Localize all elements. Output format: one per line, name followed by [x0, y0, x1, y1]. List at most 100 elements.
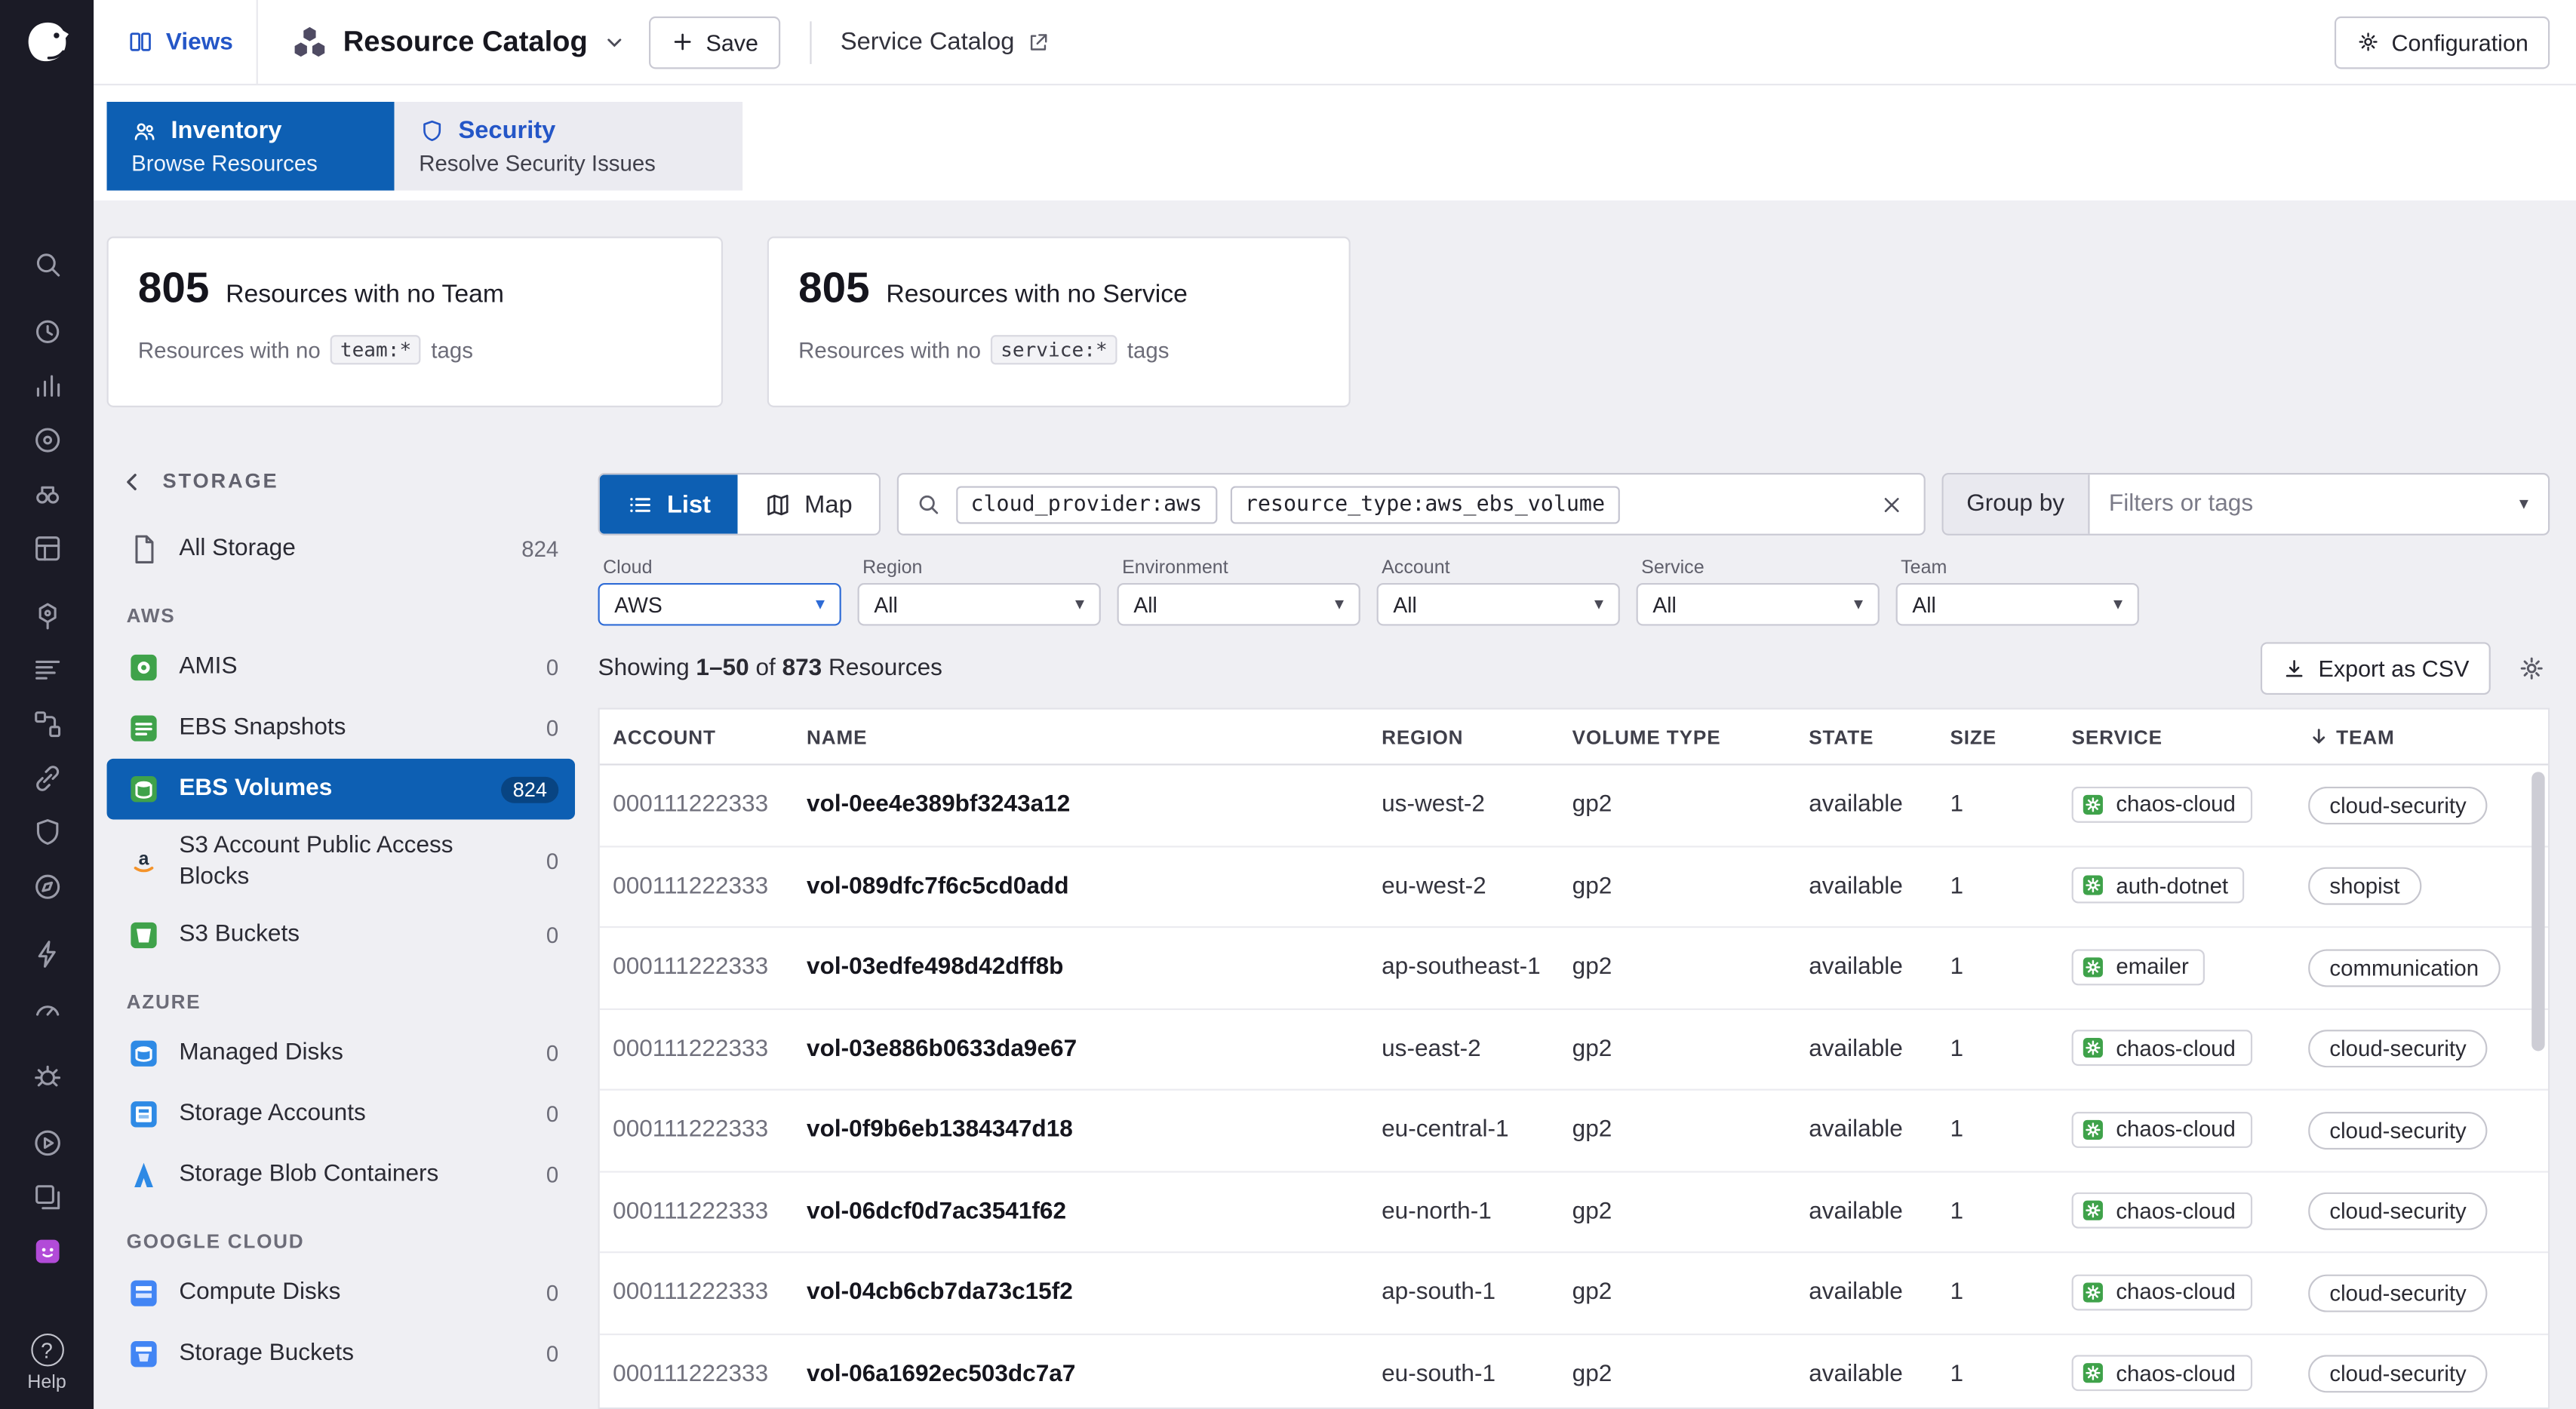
- catalog-title-menu[interactable]: Resource Catalog: [290, 23, 626, 60]
- clear-search-button[interactable]: [1876, 489, 1907, 520]
- table-settings-button[interactable]: [2513, 650, 2550, 686]
- configuration-button[interactable]: Configuration: [2334, 16, 2550, 69]
- service-name: chaos-cloud: [2116, 1036, 2236, 1061]
- size-cell: 1: [1950, 1117, 2071, 1143]
- error-tracking-icon[interactable]: [24, 1054, 70, 1095]
- security-icon[interactable]: [24, 812, 70, 852]
- storage-nav-item[interactable]: EBS Snapshots0: [107, 698, 576, 759]
- column-header-name[interactable]: NAME: [807, 725, 1382, 747]
- table-row[interactable]: 000111222333vol-06dcf0d7ac3541f62eu-nort…: [600, 1172, 2548, 1254]
- storage-nav-item[interactable]: AMIS0: [107, 637, 576, 698]
- no-service-card[interactable]: 805 Resources with no Service Resources …: [767, 237, 1351, 407]
- team-tag[interactable]: communication: [2308, 949, 2500, 987]
- service-catalog-link[interactable]: Service Catalog: [841, 28, 1050, 56]
- monitors-icon[interactable]: [24, 987, 70, 1028]
- team-tag[interactable]: cloud-security: [2308, 1111, 2488, 1149]
- service-tag[interactable]: emailer: [2072, 949, 2206, 985]
- tab-security[interactable]: Security Resolve Security Issues: [395, 102, 743, 191]
- search-input[interactable]: cloud_provider:aws resource_type:aws_ebs_…: [896, 473, 1925, 536]
- watchdog-icon[interactable]: [24, 419, 70, 459]
- team-cell: cloud-security: [2308, 786, 2548, 824]
- service-tag[interactable]: chaos-cloud: [2072, 786, 2252, 822]
- table-row[interactable]: 000111222333vol-04cb6cb7da73c15f2ap-sout…: [600, 1253, 2548, 1334]
- service-tag[interactable]: chaos-cloud: [2072, 1355, 2252, 1392]
- service-tag[interactable]: chaos-cloud: [2072, 1274, 2252, 1310]
- column-header-region[interactable]: REGION: [1382, 725, 1572, 747]
- group-by-label[interactable]: Group by: [1944, 474, 2089, 533]
- help-button[interactable]: ? Help: [27, 1334, 66, 1392]
- chevron-down-icon: ▾: [1335, 595, 1344, 613]
- service-catalog-icon[interactable]: [24, 594, 70, 635]
- software-catalog-icon[interactable]: [24, 1176, 70, 1217]
- synthetics-icon[interactable]: [24, 865, 70, 906]
- tab-inventory[interactable]: Inventory Browse Resources: [107, 102, 395, 191]
- column-header-service[interactable]: SERVICE: [2072, 725, 2309, 747]
- account-cell: 000111222333: [613, 1036, 807, 1062]
- table-row[interactable]: 000111222333vol-0ee4e389bf3243a12us-west…: [600, 766, 2548, 847]
- integrations-icon[interactable]: [24, 757, 70, 798]
- search-icon[interactable]: [24, 243, 70, 284]
- column-header-team[interactable]: TEAM: [2308, 725, 2548, 747]
- team-tag[interactable]: cloud-security: [2308, 786, 2488, 824]
- column-header-state[interactable]: STATE: [1809, 725, 1950, 747]
- workflows-icon[interactable]: [24, 703, 70, 744]
- export-csv-button[interactable]: Export as CSV: [2261, 642, 2490, 695]
- account-cell: 000111222333: [613, 1117, 807, 1143]
- back-button[interactable]: [113, 463, 149, 499]
- service-tag[interactable]: chaos-cloud: [2072, 1111, 2252, 1147]
- search-token[interactable]: cloud_provider:aws: [956, 485, 1217, 523]
- service-tag[interactable]: auth-dotnet: [2072, 867, 2245, 904]
- metrics-icon[interactable]: [24, 364, 70, 405]
- table-row[interactable]: 000111222333vol-03edfe498d42dff8bap-sout…: [600, 928, 2548, 1009]
- table-row[interactable]: 000111222333vol-03e886b0633da9e67us-east…: [600, 1009, 2548, 1091]
- containers-icon[interactable]: [24, 527, 70, 568]
- filter-select[interactable]: All▾: [1377, 583, 1620, 626]
- filter-select[interactable]: All▾: [1637, 583, 1880, 626]
- storage-nav-item-all[interactable]: All Storage 824: [107, 519, 576, 580]
- service-tag[interactable]: chaos-cloud: [2072, 1193, 2252, 1229]
- history-icon[interactable]: [24, 311, 70, 351]
- binoculars-icon[interactable]: [24, 473, 70, 514]
- filter-select[interactable]: All▾: [1117, 583, 1360, 626]
- column-header-volume_type[interactable]: VOLUME TYPE: [1572, 725, 1809, 747]
- team-tag[interactable]: shopist: [2308, 867, 2421, 905]
- filter-select[interactable]: AWS▾: [598, 583, 841, 626]
- storage-nav-item[interactable]: aS3 Account Public Access Blocks0: [107, 819, 576, 904]
- storage-nav-item[interactable]: Storage Blob Containers0: [107, 1144, 576, 1205]
- apm-icon[interactable]: [24, 649, 70, 689]
- volume-type-cell: gp2: [1572, 792, 1809, 818]
- team-tag[interactable]: cloud-security: [2308, 1193, 2488, 1230]
- storage-nav-item[interactable]: Managed Disks0: [107, 1023, 576, 1084]
- team-tag[interactable]: cloud-security: [2308, 1030, 2488, 1068]
- table-row[interactable]: 000111222333vol-0f9b6eb1384347d18eu-cent…: [600, 1091, 2548, 1172]
- group-by-select[interactable]: Filters or tags ▾: [2089, 474, 2548, 533]
- service-tag[interactable]: chaos-cloud: [2072, 1030, 2252, 1067]
- storage-nav-item[interactable]: Compute Disks0: [107, 1263, 576, 1324]
- storage-nav-item[interactable]: Storage Accounts0: [107, 1083, 576, 1144]
- map-view-button[interactable]: Map: [737, 474, 879, 533]
- rum-icon[interactable]: [24, 933, 70, 974]
- storage-nav-item[interactable]: EBS Volumes824: [107, 759, 576, 820]
- group-by-placeholder: Filters or tags: [2109, 491, 2253, 517]
- scrollbar-thumb[interactable]: [2531, 772, 2544, 1051]
- table-row[interactable]: 000111222333vol-06a1692ec503dc7a7eu-sout…: [600, 1334, 2548, 1409]
- no-team-card[interactable]: 805 Resources with no Team Resources wit…: [107, 237, 723, 407]
- filter-select[interactable]: All▾: [1896, 583, 2139, 626]
- app-logo[interactable]: [17, 13, 76, 72]
- filter-select[interactable]: All▾: [858, 583, 1101, 626]
- storage-nav-item[interactable]: Storage Buckets0: [107, 1323, 576, 1384]
- column-header-account[interactable]: ACCOUNT: [613, 725, 807, 747]
- service-name: auth-dotnet: [2116, 873, 2228, 898]
- save-button[interactable]: Save: [648, 16, 779, 69]
- table-row[interactable]: 000111222333vol-089dfc7f6c5cd0addeu-west…: [600, 846, 2548, 928]
- storage-nav-item[interactable]: S3 Buckets0: [107, 904, 576, 965]
- list-view-button[interactable]: List: [600, 474, 737, 533]
- team-tag[interactable]: cloud-security: [2308, 1355, 2488, 1393]
- team-tag[interactable]: cloud-security: [2308, 1274, 2488, 1312]
- views-button[interactable]: Views: [127, 28, 233, 56]
- bits-ai-icon[interactable]: [24, 1230, 70, 1271]
- ci-icon[interactable]: [24, 1122, 70, 1162]
- search-token[interactable]: resource_type:aws_ebs_volume: [1230, 485, 1619, 523]
- column-header-size[interactable]: SIZE: [1950, 725, 2071, 747]
- state-cell: available: [1809, 1199, 1950, 1225]
